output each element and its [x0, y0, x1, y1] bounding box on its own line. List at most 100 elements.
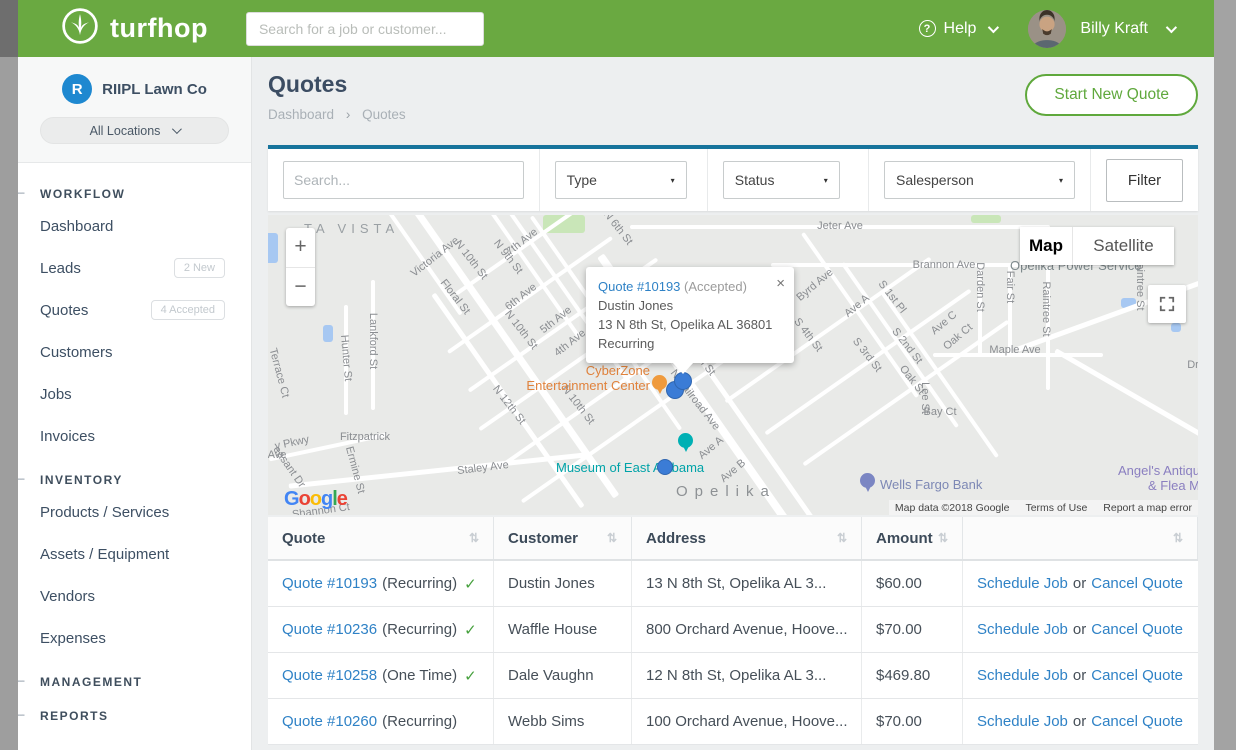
- column-header[interactable]: Address ⇅: [632, 517, 862, 559]
- breadcrumb-dashboard[interactable]: Dashboard: [268, 107, 334, 122]
- section-inventory: --- INVENTORY: [18, 457, 251, 491]
- customer-cell: Webb Sims: [494, 699, 632, 744]
- street-label: Fitzpatrick: [340, 431, 390, 443]
- salesperson-select[interactable]: Salesperson ▾: [884, 161, 1075, 199]
- sidebar-item[interactable]: Expenses: [18, 617, 251, 659]
- schedule-job-link[interactable]: Schedule Job: [977, 667, 1068, 684]
- status-select-label: Status: [735, 172, 775, 188]
- zoom-in-button[interactable]: +: [286, 228, 315, 268]
- actions-cell: Schedule Job or Cancel Quote: [963, 653, 1198, 698]
- chevron-down-icon: [172, 124, 182, 134]
- cyberzone-pin-icon[interactable]: [652, 375, 667, 390]
- customer-cell: Waffle House: [494, 607, 632, 652]
- map-zoom-control: + −: [286, 228, 315, 306]
- sort-icon[interactable]: ⇅: [938, 531, 948, 545]
- sidebar-item[interactable]: Leads 2 New: [18, 247, 251, 289]
- quote-link[interactable]: Quote #10258: [282, 667, 377, 684]
- type-select[interactable]: Type ▾: [555, 161, 687, 199]
- check-icon: ✓: [464, 575, 477, 593]
- top-header: turfhop ? Help Billy Kraft: [18, 0, 1214, 57]
- or-text: or: [1073, 713, 1086, 730]
- cancel-quote-link[interactable]: Cancel Quote: [1091, 621, 1183, 638]
- table-row: Quote #10193 (Recurring) ✓ Dustin Jones …: [268, 561, 1198, 607]
- filter-button[interactable]: Filter: [1106, 159, 1183, 202]
- actions-cell: Schedule Job or Cancel Quote: [963, 607, 1198, 652]
- brand-name: turfhop: [110, 13, 208, 44]
- report-error-link[interactable]: Report a map error: [1103, 502, 1192, 514]
- global-search-input[interactable]: [246, 12, 484, 46]
- museum-pin-icon[interactable]: [678, 433, 693, 448]
- sidebar-item[interactable]: Products / Services: [18, 491, 251, 533]
- fullscreen-button[interactable]: [1148, 285, 1186, 323]
- quotes-search-input[interactable]: [283, 161, 524, 199]
- cyberzone-line2: Entertainment Center: [468, 378, 650, 393]
- column-header[interactable]: Quote ⇅: [268, 517, 494, 559]
- column-label: Customer: [508, 530, 578, 547]
- right-gray-strip: [1214, 0, 1236, 750]
- street-label: Darden St: [974, 262, 986, 312]
- cancel-quote-link[interactable]: Cancel Quote: [1091, 575, 1183, 592]
- map-quote-popup: × Quote #10193 (Accepted) Dustin Jones 1…: [586, 267, 794, 363]
- sort-icon[interactable]: ⇅: [469, 531, 479, 545]
- cyberzone-label[interactable]: CyberZone Entertainment Center: [468, 363, 650, 393]
- schedule-job-link[interactable]: Schedule Job: [977, 575, 1068, 592]
- street-label: Hunter St: [338, 334, 354, 381]
- zoom-out-button[interactable]: −: [286, 268, 315, 307]
- pond: [1171, 323, 1181, 332]
- sidebar-item[interactable]: Vendors: [18, 575, 251, 617]
- type-select-label: Type: [567, 172, 597, 188]
- customer-cell: Dustin Jones: [494, 561, 632, 606]
- section-reports[interactable]: --- REPORTS: [18, 693, 251, 727]
- column-header[interactable]: ⇅: [963, 517, 1198, 559]
- select-caret-icon: ▾: [824, 176, 828, 185]
- schedule-job-link[interactable]: Schedule Job: [977, 713, 1068, 730]
- terms-of-use-link[interactable]: Terms of Use: [1025, 502, 1087, 514]
- street-label: Raintree St: [1040, 281, 1052, 336]
- sidebar-item[interactable]: Assets / Equipment: [18, 533, 251, 575]
- quote-marker[interactable]: [657, 459, 673, 475]
- sidebar-item-badge: 2 New: [174, 258, 225, 278]
- cancel-quote-link[interactable]: Cancel Quote: [1091, 667, 1183, 684]
- quote-type: (Recurring): [382, 621, 457, 638]
- sort-icon[interactable]: ⇅: [837, 531, 847, 545]
- sidebar-item[interactable]: Customers: [18, 331, 251, 373]
- company-avatar: R: [62, 74, 92, 104]
- sort-icon[interactable]: ⇅: [1173, 531, 1183, 545]
- sidebar-item[interactable]: Jobs: [18, 373, 251, 415]
- user-menu[interactable]: Billy Kraft: [1080, 20, 1148, 38]
- left-gray-strip: [0, 0, 18, 750]
- cancel-quote-link[interactable]: Cancel Quote: [1091, 713, 1183, 730]
- google-logo[interactable]: Google: [284, 488, 347, 511]
- wells-fargo-label[interactable]: Wells Fargo Bank: [880, 477, 982, 492]
- column-header[interactable]: Amount ⇅: [862, 517, 963, 559]
- quote-marker[interactable]: [674, 372, 692, 390]
- angels-antiques-label[interactable]: Angel's Antiqu & Flea M: [1088, 463, 1198, 493]
- brand-logo[interactable]: turfhop: [60, 6, 208, 51]
- sidebar-item-label: Products / Services: [40, 504, 169, 521]
- column-header[interactable]: Customer ⇅: [494, 517, 632, 559]
- locations-dropdown[interactable]: All Locations: [40, 117, 229, 144]
- section-title: MANAGEMENT: [40, 675, 142, 689]
- museum-label[interactable]: Museum of East Alabama: [556, 460, 704, 475]
- sidebar-item[interactable]: Dashboard: [18, 205, 251, 247]
- satellite-view-button[interactable]: Satellite: [1072, 227, 1174, 265]
- map-view-button[interactable]: Map: [1020, 227, 1072, 265]
- sidebar-item-label: Customers: [40, 344, 113, 361]
- schedule-job-link[interactable]: Schedule Job: [977, 621, 1068, 638]
- sidebar-item[interactable]: Quotes 4 Accepted: [18, 289, 251, 331]
- section-management[interactable]: --- MANAGEMENT: [18, 659, 251, 693]
- neighborhood-label: TA VISTA: [304, 221, 399, 236]
- status-select[interactable]: Status ▾: [723, 161, 840, 199]
- user-avatar[interactable]: [1028, 10, 1066, 48]
- start-new-quote-button[interactable]: Start New Quote: [1025, 74, 1198, 116]
- help-menu[interactable]: ? Help: [919, 20, 997, 38]
- quote-link[interactable]: Quote #10260: [282, 713, 377, 730]
- quotes-map[interactable]: Jeter Ave Brannon Ave Byrd Ave Ave A S 1…: [268, 215, 1198, 515]
- quote-link[interactable]: Quote #10193: [282, 575, 377, 592]
- sort-icon[interactable]: ⇅: [607, 531, 617, 545]
- sidebar-item[interactable]: Invoices: [18, 415, 251, 457]
- close-icon[interactable]: ×: [776, 274, 785, 293]
- wells-fargo-pin-icon[interactable]: $: [860, 473, 875, 488]
- quote-link[interactable]: Quote #10236: [282, 621, 377, 638]
- popup-quote-link[interactable]: Quote #10193: [598, 279, 680, 294]
